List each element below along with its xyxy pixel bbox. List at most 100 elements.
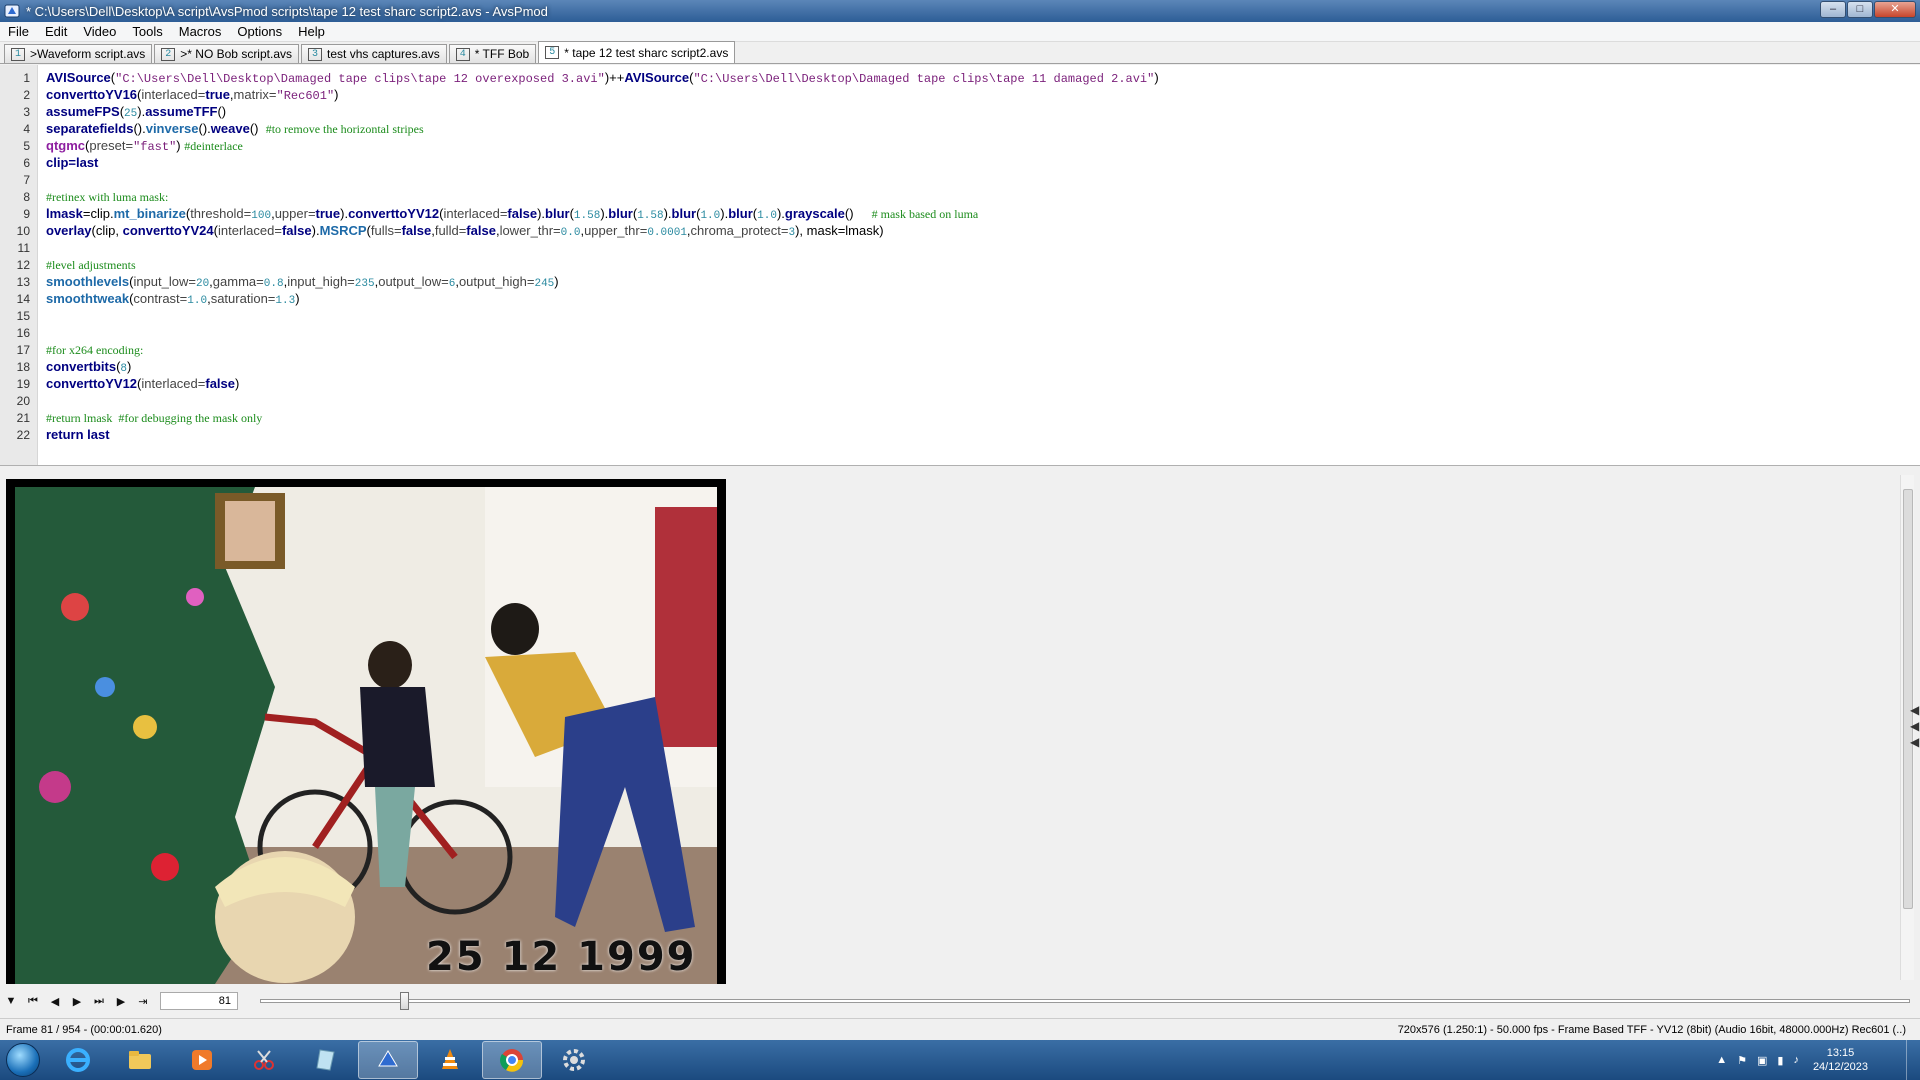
tab-tff-bob[interactable]: 4 * TFF Bob xyxy=(448,44,537,63)
menu-video[interactable]: Video xyxy=(75,24,124,39)
skip-to-end-icon[interactable]: ⏭ xyxy=(88,995,110,1008)
code-line[interactable]: 15 xyxy=(0,307,1900,324)
code-line[interactable]: 12 #level adjustments xyxy=(0,256,1900,273)
tab-no-bob-script[interactable]: 2 >* NO Bob script.avs xyxy=(154,44,299,63)
code-token: ) xyxy=(334,86,339,102)
menu-tools[interactable]: Tools xyxy=(124,24,170,39)
line-number: 17 xyxy=(16,342,30,357)
code-token: saturation= xyxy=(210,290,276,306)
previous-frame-icon[interactable]: ◀ xyxy=(44,995,66,1008)
code-line[interactable]: 2 converttoYV16(interlaced=true,matrix="R… xyxy=(0,86,1900,103)
chrome-icon xyxy=(500,1049,524,1072)
menu-edit[interactable]: Edit xyxy=(37,24,75,39)
code-token: 245 xyxy=(534,277,555,290)
code-text: lmask=clip.mt_binarize(threshold=100,upp… xyxy=(46,206,978,222)
tab-label: >Waveform script.avs xyxy=(30,47,146,61)
side-collapse-arrows[interactable]: ◀ ◀ ◀ xyxy=(1910,702,1920,750)
show-hidden-icons-icon[interactable]: ▲ xyxy=(1716,1054,1727,1066)
code-line[interactable]: 7 xyxy=(0,171,1900,188)
action-center-flag-icon[interactable]: ⚑ xyxy=(1737,1054,1747,1067)
network-adapter-icon[interactable]: ▣ xyxy=(1757,1054,1767,1067)
code-text: #retinex with luma mask: xyxy=(46,189,168,205)
close-button[interactable]: ✕ xyxy=(1874,1,1916,18)
code-line[interactable]: 22 return last xyxy=(0,426,1900,443)
menu-help[interactable]: Help xyxy=(290,24,333,39)
show-desktop-button[interactable] xyxy=(1906,1040,1920,1080)
slider-handle[interactable] xyxy=(400,992,409,1010)
code-line[interactable]: 8 #retinex with luma mask: xyxy=(0,188,1900,205)
code-token: mt_binarize xyxy=(113,205,186,221)
system-tray: ▲ ⚑ ▣ ▮ ♪ 13:15 24/12/2023 xyxy=(1706,1040,1868,1080)
code-line[interactable]: 3 assumeFPS(25).assumeTFF() xyxy=(0,103,1900,120)
taskbar-internet-explorer[interactable] xyxy=(48,1041,108,1079)
jump-to-frame-icon[interactable]: ⇥ xyxy=(132,995,154,1008)
code-token: clip=last xyxy=(46,155,99,170)
code-line[interactable]: 14 smoothtweak(contrast=1.0,saturation=1.… xyxy=(0,290,1900,307)
code-token: ) xyxy=(127,358,132,374)
video-frame[interactable]: 25 12 1999 xyxy=(6,479,726,984)
next-frame-icon[interactable]: ▶ xyxy=(66,995,88,1008)
code-line[interactable]: 20 xyxy=(0,392,1900,409)
video-frame-image xyxy=(15,487,717,984)
menu-dropdown-icon[interactable]: ▼ xyxy=(0,995,22,1007)
code-line[interactable]: 21 #return lmask #for debugging the mask … xyxy=(0,409,1900,426)
maximize-button[interactable]: □ xyxy=(1847,1,1873,18)
code-line[interactable]: 4 separatefields().vinverse().weave() #to… xyxy=(0,120,1900,137)
volume-icon[interactable]: ♪ xyxy=(1793,1054,1799,1066)
taskbar-settings[interactable] xyxy=(544,1041,604,1079)
code-line[interactable]: 5 qtgmc(preset="fast") #deinterlace xyxy=(0,137,1900,154)
taskbar-media-player[interactable] xyxy=(172,1041,232,1079)
start-button[interactable] xyxy=(0,1040,46,1080)
clock[interactable]: 13:15 24/12/2023 xyxy=(1813,1046,1868,1074)
minimize-button[interactable]: – xyxy=(1820,1,1846,18)
line-number: 13 xyxy=(16,274,30,289)
code-line[interactable]: 18 convertbits(8) xyxy=(0,358,1900,375)
code-line[interactable]: 19 converttoYV12(interlaced=false) xyxy=(0,375,1900,392)
taskbar-vlc[interactable] xyxy=(420,1041,480,1079)
code-token: overlay xyxy=(46,222,92,238)
code-token: 235 xyxy=(354,277,375,290)
taskbar-notepad[interactable] xyxy=(296,1041,356,1079)
code-token: blur xyxy=(728,205,753,221)
signal-bars-icon[interactable]: ▮ xyxy=(1777,1054,1783,1067)
code-token: ). xyxy=(311,222,320,238)
code-token: interlaced= xyxy=(141,376,206,391)
taskbar-avspmod[interactable] xyxy=(358,1041,418,1079)
play-icon[interactable]: ▶ xyxy=(110,995,132,1008)
tab-label: test vhs captures.avs xyxy=(327,47,440,61)
code-line[interactable]: 17 #for x264 encoding: xyxy=(0,341,1900,358)
notepad-icon xyxy=(316,1049,335,1071)
taskbar-chrome[interactable] xyxy=(482,1041,542,1079)
code-token: 1.58 xyxy=(573,209,601,222)
code-token: ). xyxy=(340,205,349,221)
scrollbar-thumb[interactable] xyxy=(1903,489,1913,909)
code-token: chroma_protect= xyxy=(690,222,789,238)
frame-number-input[interactable]: 81 xyxy=(160,992,238,1010)
code-token: lower_thr= xyxy=(499,222,561,238)
code-line[interactable]: 11 xyxy=(0,239,1900,256)
code-line[interactable]: 10 overlay(clip, converttoYV24(interlaced… xyxy=(0,222,1900,239)
code-line[interactable]: 13 smoothlevels(input_low=20,gamma=0.8,in… xyxy=(0,273,1900,290)
code-line[interactable]: 6 clip=last xyxy=(0,154,1900,171)
code-line[interactable]: 1 AVISource("C:\Users\Dell\Desktop\Damage… xyxy=(0,69,1900,86)
tab-waveform-script[interactable]: 1 >Waveform script.avs xyxy=(4,44,153,63)
frame-slider[interactable] xyxy=(260,992,1910,1010)
line-number: 6 xyxy=(23,155,30,170)
line-number: 10 xyxy=(16,223,30,238)
menu-macros[interactable]: Macros xyxy=(171,24,230,39)
code-text: smoothtweak(contrast=1.0,saturation=1.3) xyxy=(46,291,300,307)
menu-file[interactable]: File xyxy=(0,24,37,39)
code-line[interactable]: 9 lmask=clip.mt_binarize(threshold=100,up… xyxy=(0,205,1900,222)
code-line[interactable]: 16 xyxy=(0,324,1900,341)
code-token: ) xyxy=(554,273,559,289)
skip-to-start-icon[interactable]: ⏮ xyxy=(22,995,44,1008)
menu-options[interactable]: Options xyxy=(229,24,290,39)
taskbar-file-explorer[interactable] xyxy=(110,1041,170,1079)
code-token: ). xyxy=(776,205,785,221)
tab-number: 1 xyxy=(11,47,26,61)
taskbar-snipping-tool[interactable] xyxy=(234,1041,294,1079)
tab-test-vhs-captures[interactable]: 3 test vhs captures.avs xyxy=(301,44,447,63)
script-editor[interactable]: 1 AVISource("C:\Users\Dell\Desktop\Damage… xyxy=(0,65,1920,466)
line-number: 2 xyxy=(23,87,30,102)
tab-tape-12-test-sharc-script2[interactable]: 5 * tape 12 test sharc script2.avs xyxy=(538,41,736,63)
